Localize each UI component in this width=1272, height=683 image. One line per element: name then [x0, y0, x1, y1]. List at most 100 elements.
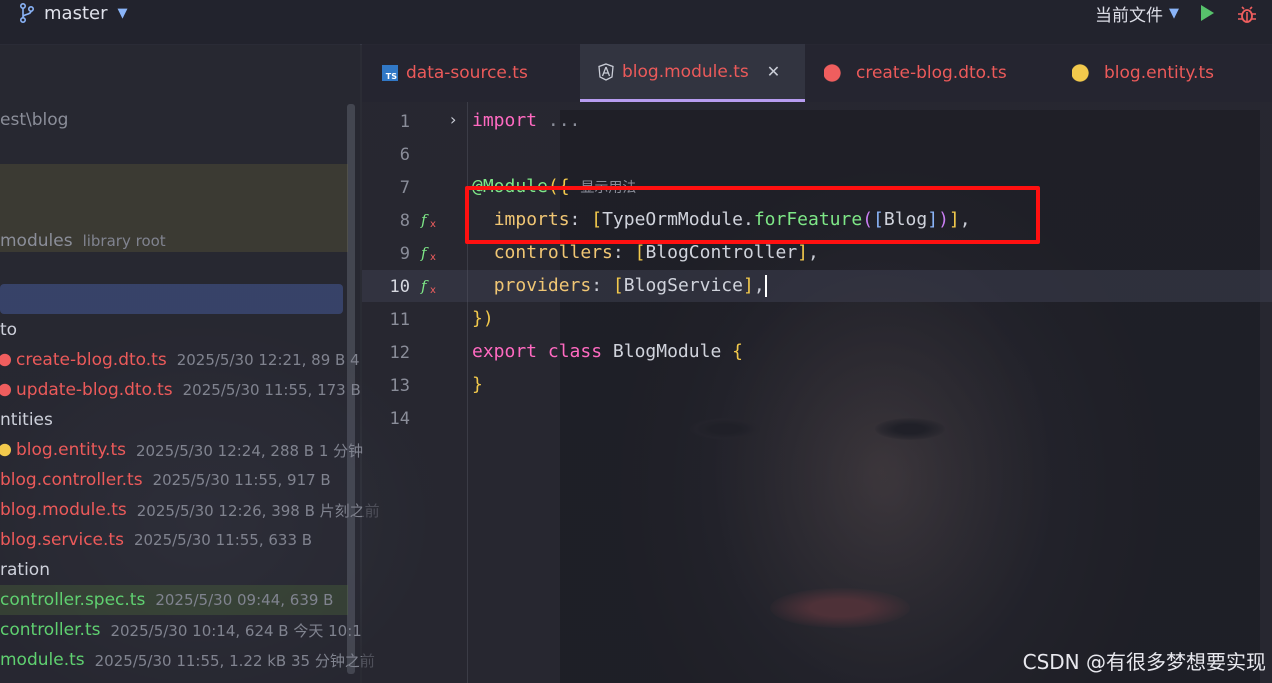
tree-row-meta: 2025/5/30 11:55, 173 B — [182, 381, 361, 399]
svg-text:f: f — [420, 277, 429, 295]
tab-data-source[interactable]: TS data-source.ts — [382, 44, 528, 102]
tree-row-label: update-blog.dto.ts — [16, 380, 173, 400]
svg-text:x: x — [430, 219, 436, 230]
code-line-9: controllers: [BlogController], — [472, 242, 819, 263]
tree-row-label: blog.service.ts — [0, 530, 124, 550]
code-line-11: }) — [472, 308, 494, 329]
tree-row-file[interactable]: update-blog.dto.ts 2025/5/30 11:55, 173 B — [0, 375, 361, 405]
editor-tab-bar: TS data-source.ts blog.module.ts ✕ creat… — [362, 44, 1272, 102]
code-line-10: providers: [BlogService], — [472, 275, 767, 297]
tree-row-label: est\blog — [0, 110, 69, 130]
function-gutter-icon[interactable]: fx — [420, 210, 444, 230]
branch-name: master — [44, 2, 108, 24]
code-line-1: import ... — [472, 110, 580, 131]
svg-text:x: x — [430, 285, 436, 296]
svg-text:f: f — [420, 244, 429, 262]
bracket: { — [732, 341, 743, 362]
tree-row-meta: 2025/5/30 12:26, 398 B 片刻之前 — [136, 501, 380, 520]
tree-row-meta: 2025/5/30 10:14, 624 B 今天 10:1 — [110, 621, 362, 640]
line-number: 14 — [389, 409, 410, 429]
tree-row-label: blog.module.ts — [0, 500, 127, 520]
tree-row-entities[interactable]: ntities — [0, 405, 53, 435]
tab-create-blog-dto[interactable]: create-blog.dto.ts — [824, 44, 1007, 102]
tree-row-label: to — [0, 320, 18, 340]
line-number: 13 — [389, 376, 410, 396]
keyword: class — [547, 341, 603, 362]
angular-icon — [598, 62, 614, 81]
line-number: 8 — [399, 211, 410, 231]
line-number: 7 — [399, 178, 410, 198]
tree-row-label: blog.controller.ts — [0, 470, 143, 490]
line-number: 1 — [399, 112, 410, 132]
debug-bug-icon[interactable] — [1236, 4, 1256, 23]
tree-row-file[interactable]: controller.spec.ts 2025/5/30 09:44, 639 B — [0, 585, 348, 615]
tree-row-node-modules[interactable]: modules library root — [0, 226, 166, 256]
code-line-13: } — [472, 374, 483, 395]
bracket: ] — [742, 275, 754, 296]
fold-expand-icon[interactable]: › — [450, 110, 456, 129]
branch-selector[interactable]: master ▼ — [20, 0, 127, 26]
tab-blog-module[interactable]: blog.module.ts ✕ — [580, 44, 805, 102]
tree-row-meta: 2025/5/30 12:24, 288 B 1 分钟 — [135, 441, 364, 460]
tree-row-meta: 2025/5/30 12:21, 89 B 4 — [176, 351, 360, 369]
tree-row-file[interactable]: blog.controller.ts 2025/5/30 11:55, 917 B — [0, 465, 331, 495]
bracket: [ — [634, 242, 646, 263]
tree-row-label: ration — [0, 560, 50, 580]
tree-row-file[interactable]: controller.ts 2025/5/30 10:14, 624 B 今天 1… — [0, 615, 362, 645]
line-number: 11 — [389, 310, 410, 330]
punct: , — [753, 275, 765, 296]
tree-row-meta: 2025/5/30 11:55, 633 B — [133, 531, 313, 549]
nest-file-icon — [0, 382, 12, 398]
function-gutter-icon[interactable]: fx — [420, 276, 444, 296]
text-caret — [764, 275, 767, 297]
nest-file-icon — [0, 352, 12, 368]
bracket: [ — [612, 275, 624, 296]
code-line-12: export class BlogModule { — [472, 341, 743, 362]
run-icon[interactable] — [1201, 5, 1214, 21]
tree-row-file[interactable]: blog.service.ts 2025/5/30 11:55, 633 B — [0, 525, 312, 555]
svg-text:x: x — [430, 252, 436, 263]
line-number: 10 — [389, 277, 410, 297]
tab-label: blog.module.ts — [622, 61, 749, 82]
tree-row-path[interactable]: est\blog — [0, 105, 68, 135]
annotation-highlight-box — [465, 186, 1040, 244]
tree-row-meta: 2025/5/30 11:55, 1.22 kB 35 分钟之前 — [94, 651, 375, 670]
tree-row-dto[interactable]: to — [0, 315, 17, 345]
git-branch-icon — [20, 3, 34, 23]
function-gutter-icon[interactable]: fx — [420, 243, 444, 263]
svg-text:f: f — [420, 211, 429, 229]
tree-row-meta: 2025/5/30 09:44, 639 B — [155, 591, 334, 609]
punct: : — [612, 242, 635, 263]
entity-file-icon — [0, 442, 12, 458]
folded-imports[interactable]: ... — [537, 110, 581, 131]
nest-entity-icon — [1072, 64, 1092, 82]
close-icon[interactable]: ✕ — [767, 62, 780, 81]
punct: : — [591, 275, 613, 296]
tree-row-file[interactable]: blog.module.ts 2025/5/30 12:26, 398 B 片刻之… — [0, 495, 380, 525]
class-name: BlogModule — [612, 341, 722, 362]
bracket: ] — [797, 242, 808, 263]
tree-selected-row[interactable] — [0, 284, 343, 314]
property: controllers — [493, 242, 613, 263]
class-name: BlogController — [645, 242, 798, 263]
tab-blog-entity[interactable]: blog.entity.ts — [1072, 44, 1214, 102]
tree-row-label: controller.ts — [0, 620, 101, 640]
chevron-down-icon: ▼ — [1169, 5, 1179, 21]
class-name: BlogService — [623, 275, 743, 296]
tree-row-label: controller.spec.ts — [0, 590, 146, 610]
chevron-down-icon: ▼ — [117, 5, 128, 21]
tree-row-label: module.ts — [0, 650, 85, 670]
title-bar: master ▼ 当前文件 ▼ — [0, 0, 1272, 45]
tree-row-file[interactable]: module.ts 2025/5/30 11:55, 1.22 kB 35 分钟之… — [0, 645, 375, 675]
keyword: export — [472, 341, 538, 362]
run-config-label: 当前文件 — [1095, 5, 1163, 26]
tree-row-file[interactable]: create-blog.dto.ts 2025/5/30 12:21, 89 B … — [0, 345, 360, 375]
tree-row-label: blog.entity.ts — [16, 440, 126, 460]
tree-row-file[interactable]: blog.entity.ts 2025/5/30 12:24, 288 B 1 分… — [0, 435, 363, 465]
tree-row-meta: 2025/5/30 11:55, 917 B — [152, 471, 331, 489]
tab-label: data-source.ts — [406, 63, 528, 83]
line-number: 9 — [399, 244, 410, 264]
tree-row-migration[interactable]: ration — [0, 555, 50, 585]
nest-icon — [824, 64, 844, 82]
run-config-selector[interactable]: 当前文件 ▼ — [1095, 1, 1179, 26]
